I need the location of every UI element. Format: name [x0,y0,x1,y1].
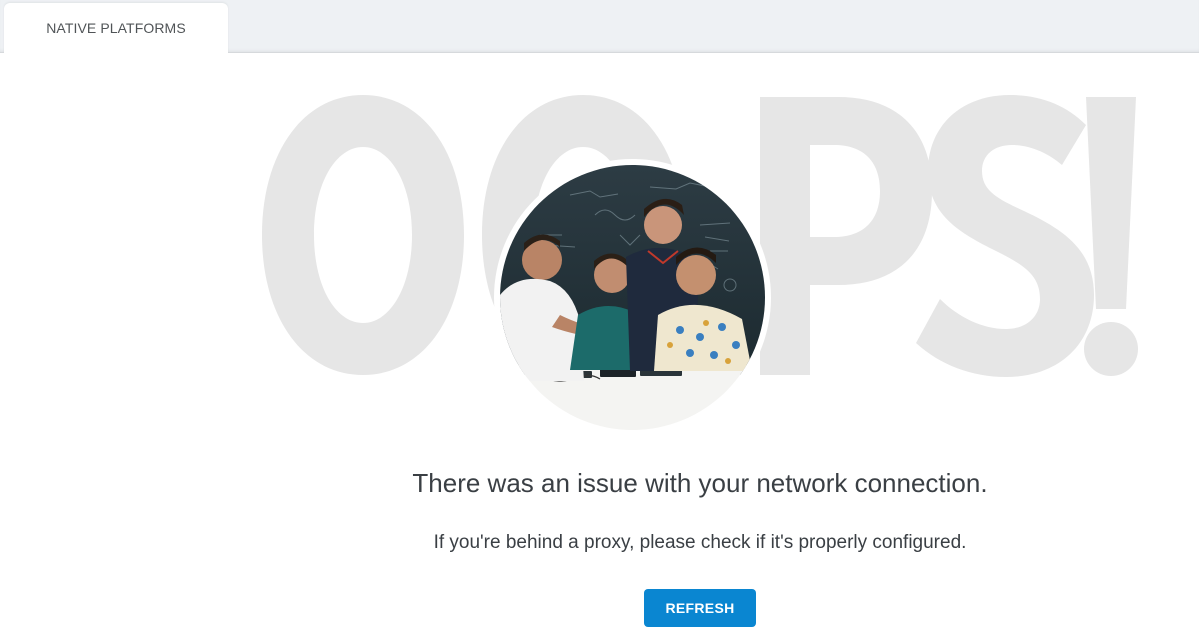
tab-native-platforms[interactable]: NATIVE PLATFORMS [4,3,228,53]
team-photo [500,165,765,430]
tab-bar: NATIVE PLATFORMS [0,0,1199,53]
watermark-letter-p [760,97,932,375]
watermark-letter-s [916,95,1094,377]
watermark-letter-exclamation [1086,97,1136,309]
watermark-exclamation-dot [1084,322,1138,376]
watermark-letter-o1 [262,95,464,375]
tab-label: NATIVE PLATFORMS [46,20,186,36]
error-subline: If you're behind a proxy, please check i… [433,532,967,553]
refresh-button[interactable]: REFRESH [644,589,756,627]
error-headline: There was an issue with your network con… [412,468,988,498]
